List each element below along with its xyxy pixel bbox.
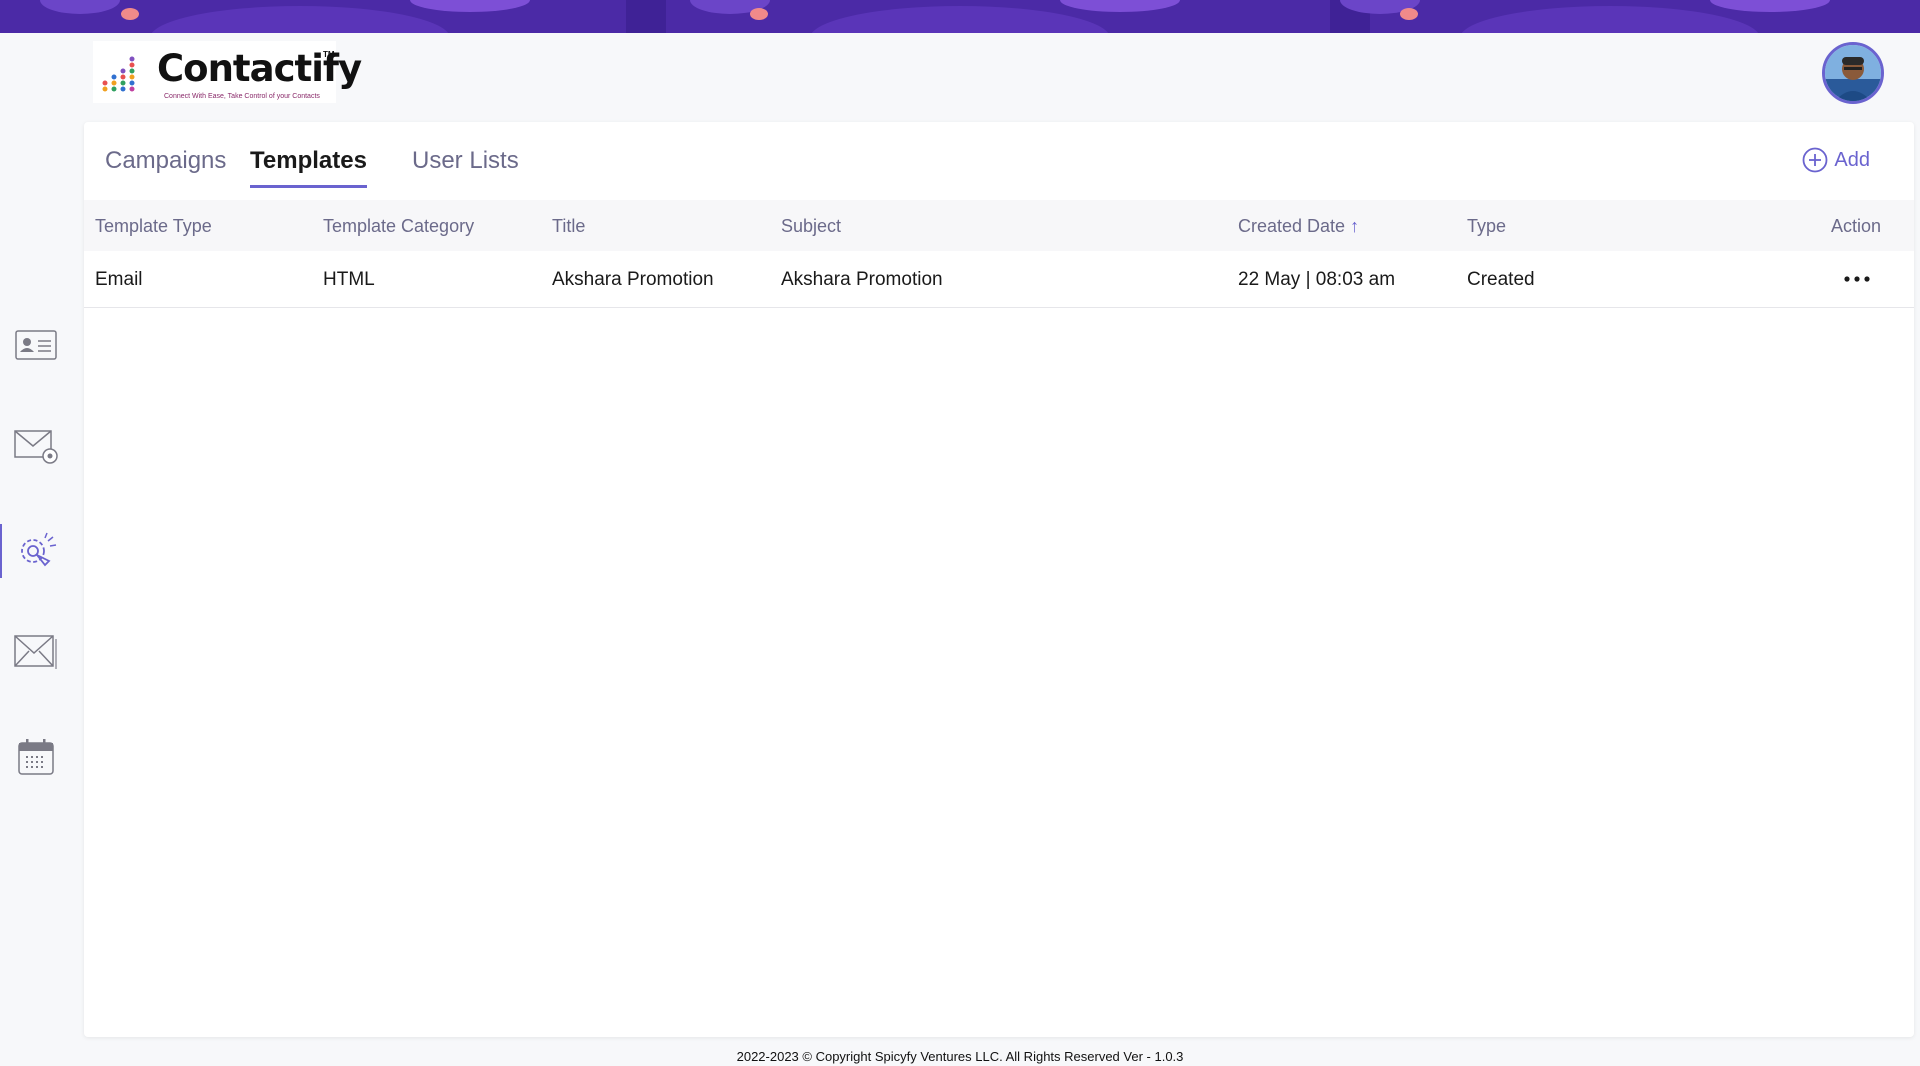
tab-user-lists[interactable]: User Lists <box>412 142 519 188</box>
cell-template-category: HTML <box>323 269 375 290</box>
campaign-gear-icon <box>21 532 57 567</box>
column-template-category[interactable]: Template Category <box>323 216 474 237</box>
user-avatar[interactable] <box>1822 42 1884 104</box>
sidebar-item-inbox[interactable] <box>0 626 72 680</box>
column-action: Action <box>1831 216 1882 236</box>
column-template-type[interactable]: Template Type <box>95 216 212 237</box>
column-title[interactable]: Title <box>552 216 585 237</box>
cell-type: Created <box>1467 269 1535 290</box>
calendar-icon <box>18 739 54 775</box>
more-actions-button[interactable] <box>1842 267 1872 291</box>
tab-templates[interactable]: Templates <box>250 142 367 188</box>
add-button[interactable]: Add <box>1802 147 1870 173</box>
mail-settings-icon <box>14 430 58 464</box>
trademark: TM <box>323 50 335 59</box>
add-label: Add <box>1834 148 1870 171</box>
column-subject[interactable]: Subject <box>781 216 841 237</box>
main-card: Campaigns Templates User Lists Add Templ… <box>84 122 1914 1037</box>
cell-created-date: 22 May | 08:03 am <box>1238 269 1396 290</box>
sidebar-item-mail-settings[interactable] <box>0 420 72 474</box>
table-row[interactable]: Email HTML Akshara Promotion Akshara Pro… <box>84 251 1914 308</box>
footer: 2022-2023 © Copyright Spicyfy Ventures L… <box>0 1049 1920 1064</box>
logo-bars-icon <box>102 56 135 92</box>
envelope-icon <box>14 635 57 669</box>
cell-title: Akshara Promotion <box>552 269 714 290</box>
more-horizontal-icon <box>1844 276 1870 282</box>
avatar-icon <box>1825 45 1881 101</box>
tab-campaigns[interactable]: Campaigns <box>105 142 226 188</box>
version-text: Ver - 1.0.3 <box>1123 1049 1184 1064</box>
column-created-date[interactable]: Created Date ↑ <box>1238 216 1359 237</box>
sidebar-item-calendar[interactable] <box>0 730 72 784</box>
column-created-date-label: Created Date <box>1238 216 1346 236</box>
sidebar-item-campaigns[interactable] <box>0 524 72 578</box>
sort-arrow-icon: ↑ <box>1350 216 1360 236</box>
cell-template-type: Email <box>95 269 143 290</box>
column-type[interactable]: Type <box>1467 216 1506 237</box>
table-header: Template Type Template Category Title Su… <box>84 200 1914 251</box>
sidebar-item-contacts[interactable] <box>0 318 72 372</box>
header: Contactify TM Connect With Ease, Take Co… <box>0 33 1920 121</box>
copyright-text: 2022-2023 © Copyright Spicyfy Ventures L… <box>736 1049 1120 1064</box>
cell-subject: Akshara Promotion <box>781 269 943 290</box>
contact-card-icon <box>15 330 57 360</box>
plus-circle-icon <box>1802 147 1828 173</box>
brand-logo[interactable]: Contactify TM Connect With Ease, Take Co… <box>93 41 362 103</box>
top-banner <box>0 0 1920 33</box>
brand-tagline: Connect With Ease, Take Control of your … <box>164 93 320 100</box>
